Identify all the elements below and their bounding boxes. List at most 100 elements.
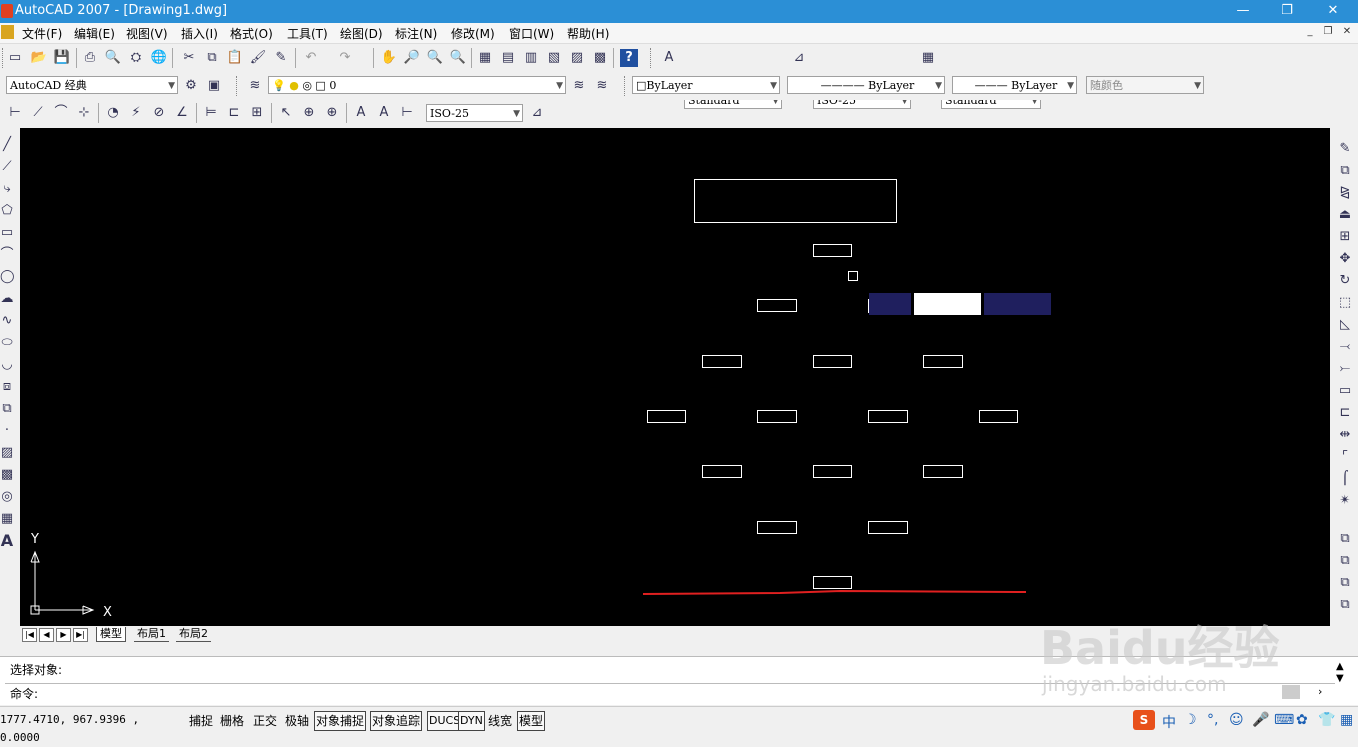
box-level3-1[interactable] bbox=[702, 355, 742, 368]
tab-first-button[interactable]: |◀ bbox=[22, 628, 37, 642]
box-level4-4[interactable] bbox=[979, 410, 1018, 423]
bring-above-icon[interactable]: ⧉ bbox=[1336, 574, 1354, 592]
region-icon[interactable]: ◎ bbox=[0, 488, 14, 506]
coordinate-readout[interactable]: 1777.4710, 967.9396 , 0.0000 bbox=[0, 711, 180, 744]
dyn-toggle[interactable]: DYN bbox=[458, 711, 485, 731]
minimize-button[interactable]: — bbox=[1228, 2, 1258, 20]
skin-icon[interactable]: ✿ bbox=[1296, 712, 1308, 728]
continue-dim-icon[interactable]: ⊞ bbox=[248, 104, 266, 122]
dim-text-edit-icon[interactable]: A bbox=[375, 104, 393, 122]
microphone-icon[interactable]: 🎤 bbox=[1252, 712, 1269, 728]
undo-icon[interactable]: ↶ bbox=[302, 49, 320, 67]
box-level5-1[interactable] bbox=[702, 465, 742, 478]
command-window[interactable]: 选择对象: 命令: ▲ ▼ › bbox=[0, 656, 1358, 705]
polygon-icon[interactable]: ⬠ bbox=[0, 202, 14, 220]
line-icon[interactable]: ╱ bbox=[0, 136, 14, 154]
quick-dim-icon[interactable]: ⊨ bbox=[202, 104, 220, 122]
tolerance-icon[interactable]: ⊕ bbox=[300, 104, 318, 122]
workspace-settings-icon[interactable]: ⚙ bbox=[182, 77, 200, 95]
draw-order-front-icon[interactable]: ⧉ bbox=[1336, 530, 1354, 548]
calculator-icon[interactable]: ▩ bbox=[591, 49, 609, 67]
menu-help[interactable]: 帮助(H) bbox=[567, 25, 609, 42]
draw-order-back-icon[interactable]: ⧉ bbox=[1336, 552, 1354, 570]
multiline-text-icon[interactable]: A bbox=[0, 532, 14, 550]
ime-mode-label[interactable]: 中 bbox=[1162, 712, 1176, 732]
cut-icon[interactable]: ✂ bbox=[180, 49, 198, 67]
send-under-icon[interactable]: ⧉ bbox=[1336, 596, 1354, 614]
insert-block-icon[interactable]: ⧈ bbox=[0, 378, 14, 396]
angular-dim-icon[interactable]: ∠ bbox=[173, 104, 191, 122]
arc-length-icon[interactable]: ⌒ bbox=[52, 104, 70, 122]
publish-icon[interactable]: ⛭ bbox=[127, 49, 145, 67]
make-layer-current-icon[interactable]: ≋ bbox=[570, 77, 588, 95]
ellipse-icon[interactable]: ⬭ bbox=[0, 334, 14, 352]
linetype-select[interactable]: ———— ByLayer ▼ bbox=[787, 76, 945, 94]
table-icon[interactable]: ▦ bbox=[0, 510, 14, 528]
layer-lock-icon[interactable]: ◎ bbox=[302, 79, 312, 92]
dimension-style-icon[interactable]: ⊿ bbox=[528, 104, 546, 122]
box-level3-2[interactable] bbox=[813, 355, 852, 368]
document-icon[interactable] bbox=[1, 25, 14, 39]
break-icon[interactable]: ⊏ bbox=[1336, 404, 1354, 422]
open-file-icon[interactable]: 📂 bbox=[30, 49, 48, 67]
redo-icon[interactable]: ↷ bbox=[336, 49, 354, 67]
3d-dwf-icon[interactable]: 🌐 bbox=[150, 49, 168, 67]
quick-leader-icon[interactable]: ↖ bbox=[277, 104, 295, 122]
tool-palettes-icon[interactable]: ▥ bbox=[522, 49, 540, 67]
dim-style-icon[interactable]: ⊿ bbox=[790, 49, 808, 67]
center-mark-icon[interactable]: ⊕ bbox=[323, 104, 341, 122]
design-center-icon[interactable]: ▤ bbox=[499, 49, 517, 67]
box-level3-3[interactable] bbox=[923, 355, 963, 368]
doc-restore-button[interactable]: ❐ bbox=[1320, 26, 1336, 40]
match-properties-icon[interactable]: 🖌 bbox=[249, 49, 267, 67]
small-square[interactable] bbox=[848, 271, 858, 281]
plot-icon[interactable]: ⎙ bbox=[81, 49, 99, 67]
spline-icon[interactable]: ∿ bbox=[0, 312, 14, 330]
box-level1[interactable] bbox=[813, 244, 852, 257]
menu-view[interactable]: 视图(V) bbox=[126, 25, 168, 42]
command-hscroll-thumb[interactable] bbox=[1282, 685, 1300, 699]
rectangle-icon[interactable]: ▭ bbox=[0, 224, 14, 242]
text-style-icon[interactable]: A bbox=[660, 49, 678, 67]
box-level6-1[interactable] bbox=[757, 521, 797, 534]
my-workspace-icon[interactable]: ▣ bbox=[205, 77, 223, 95]
dim-toolbar-style-select[interactable]: ISO-25 ▼ bbox=[426, 104, 523, 122]
save-icon[interactable]: 💾 bbox=[53, 49, 71, 67]
ducs-toggle[interactable]: DUCS bbox=[427, 711, 463, 731]
box-level5-2[interactable] bbox=[813, 465, 852, 478]
box-level4-2[interactable] bbox=[757, 410, 797, 423]
layer-previous-icon[interactable]: ≋ bbox=[593, 77, 611, 95]
jogged-dim-icon[interactable]: ⚡ bbox=[127, 104, 145, 122]
rotate-icon[interactable]: ↻ bbox=[1336, 272, 1354, 290]
title-rectangle[interactable] bbox=[694, 179, 897, 223]
fillet-icon[interactable]: ⌠ bbox=[1336, 470, 1354, 488]
close-button[interactable]: ✕ bbox=[1318, 2, 1348, 20]
command-prompt[interactable]: 命令: bbox=[10, 685, 38, 702]
paste-icon[interactable]: 📋 bbox=[226, 49, 244, 67]
copy-icon[interactable]: ⧉ bbox=[203, 49, 221, 67]
block-editor-icon[interactable]: ✎ bbox=[272, 49, 290, 67]
erase-icon[interactable]: ✎ bbox=[1336, 140, 1354, 158]
diameter-dim-icon[interactable]: ⊘ bbox=[150, 104, 168, 122]
box-level4-1[interactable] bbox=[647, 410, 686, 423]
command-scroll-up-icon[interactable]: ▲ bbox=[1336, 661, 1344, 672]
autocad-app-icon[interactable] bbox=[1, 4, 13, 18]
gradient-icon[interactable]: ▩ bbox=[0, 466, 14, 484]
zoom-realtime-icon[interactable]: 🔎 bbox=[403, 49, 421, 67]
tab-last-button[interactable]: ▶| bbox=[73, 628, 88, 642]
drawing-canvas[interactable]: Y X bbox=[20, 128, 1330, 626]
lineweight-toggle[interactable]: 线宽 bbox=[486, 711, 514, 731]
grid-toggle[interactable]: 栅格 bbox=[218, 711, 246, 731]
copy-object-icon[interactable]: ⧉ bbox=[1336, 162, 1354, 180]
radius-dim-icon[interactable]: ◔ bbox=[104, 104, 122, 122]
box-level4-3[interactable] bbox=[868, 410, 908, 423]
sogou-ime-icon[interactable]: S bbox=[1133, 710, 1155, 730]
ortho-toggle[interactable]: 正交 bbox=[251, 711, 279, 731]
zoom-window-icon[interactable]: 🔍 bbox=[426, 49, 444, 67]
aligned-dim-icon[interactable]: ⟋ bbox=[29, 104, 47, 122]
polyline-icon[interactable]: ⤷ bbox=[0, 180, 14, 198]
tab-prev-button[interactable]: ◀ bbox=[39, 628, 54, 642]
punctuation-icon[interactable]: °, bbox=[1207, 712, 1218, 728]
new-file-icon[interactable]: ▭ bbox=[6, 49, 24, 67]
baseline-dim-icon[interactable]: ⊏ bbox=[225, 104, 243, 122]
